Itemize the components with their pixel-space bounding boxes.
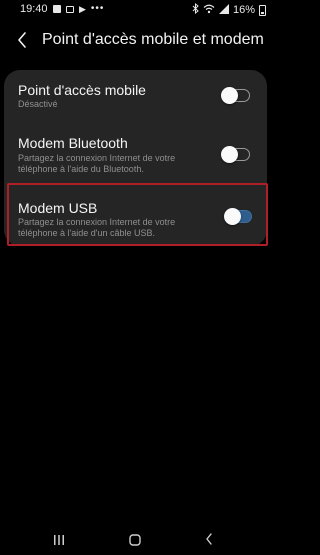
setting-title: Point d'accès mobile [18,82,146,98]
setting-bluetooth-tethering[interactable]: Modem Bluetooth Partagez la connexion In… [4,122,267,180]
toggle-knob [224,208,241,225]
chevron-left-icon [18,32,26,48]
setting-subtitle: Désactivé [18,99,58,109]
mobile-hotspot-toggle[interactable] [221,87,250,104]
signal-icon [218,3,229,17]
toggle-knob [221,146,238,163]
status-time: 19:40 [20,3,48,15]
battery-percentage: 16% [232,4,255,16]
back-icon [206,533,212,545]
more-dots-icon: ••• [90,3,105,14]
toggle-knob [221,87,238,104]
home-icon [129,534,141,546]
app-header: Point d'accès mobile et modem [0,24,270,58]
play-icon: ▶ [79,4,86,14]
back-button[interactable] [16,30,32,50]
setting-subtitle: Partagez la connexion Internet de votre … [18,153,176,174]
recent-apps-icon [54,535,64,545]
usb-tethering-toggle[interactable] [224,208,252,225]
home-button[interactable] [129,533,141,551]
bluetooth-icon [192,2,199,17]
navigation-bar [0,525,270,555]
setting-usb-tethering[interactable]: Modem USB Partagez la connexion Internet… [4,188,267,246]
notification-icons: ▶ ••• [53,3,104,15]
gallery-icon [53,5,61,13]
system-icons: 16% [192,2,266,17]
page-title: Point d'accès mobile et modem [42,31,264,48]
battery-icon [259,4,266,16]
settings-card: Point d'accès mobile Désactivé Modem Blu… [4,70,267,246]
recent-apps-button[interactable] [53,533,65,551]
setting-title: Modem Bluetooth [18,135,128,151]
wifi-icon [203,4,215,17]
bluetooth-tethering-toggle[interactable] [221,146,250,163]
image-icon [66,5,74,13]
setting-subtitle: Partagez la connexion Internet de votre … [18,217,176,238]
setting-mobile-hotspot[interactable]: Point d'accès mobile Désactivé [4,70,267,114]
status-bar: 19:40 ▶ ••• 16% [0,0,270,20]
setting-title: Modem USB [18,200,98,216]
back-nav-button[interactable] [204,532,214,551]
